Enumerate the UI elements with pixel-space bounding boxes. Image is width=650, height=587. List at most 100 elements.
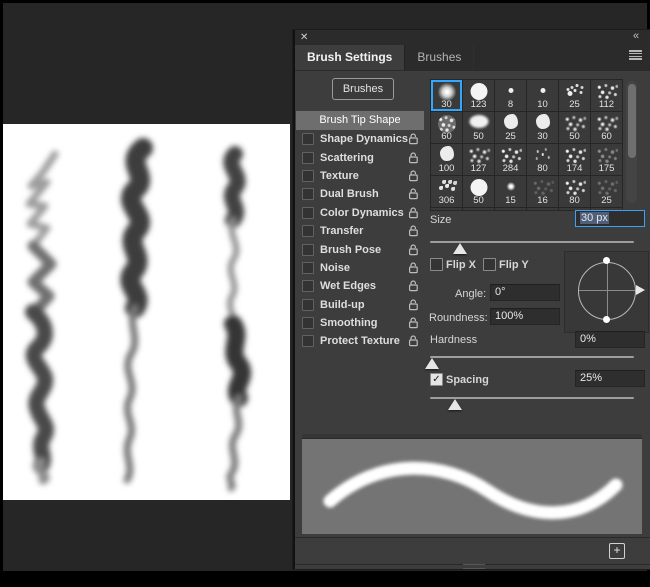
brush-preset[interactable] bbox=[463, 208, 494, 211]
brush-preset[interactable]: 60 bbox=[431, 112, 462, 143]
brush-preset[interactable]: 25 bbox=[559, 80, 590, 111]
sidebar-item-protect-texture[interactable]: Protect Texture bbox=[296, 332, 424, 350]
brush-thumbnail bbox=[470, 83, 487, 100]
checkbox[interactable] bbox=[302, 225, 314, 237]
spacing-slider-thumb[interactable] bbox=[448, 399, 462, 410]
angle-roundness-widget[interactable] bbox=[564, 251, 649, 333]
lock-icon[interactable] bbox=[408, 170, 419, 182]
brush-preset[interactable]: 50 bbox=[463, 176, 494, 207]
brush-preset[interactable]: 16 bbox=[527, 176, 558, 207]
lock-icon[interactable] bbox=[408, 188, 419, 200]
brush-preset[interactable]: 60 bbox=[591, 112, 622, 143]
lock-icon[interactable] bbox=[408, 133, 419, 145]
spacing-checkbox[interactable]: ✓ bbox=[430, 373, 443, 386]
brush-preset[interactable]: 8 bbox=[495, 80, 526, 111]
checkbox[interactable] bbox=[302, 207, 314, 219]
close-icon[interactable]: ✕ bbox=[300, 31, 308, 44]
panel-resize-handle[interactable] bbox=[463, 564, 485, 569]
brush-preset[interactable]: 80 bbox=[527, 144, 558, 175]
tab-brush-settings[interactable]: Brush Settings bbox=[295, 45, 405, 70]
checkbox[interactable] bbox=[302, 152, 314, 164]
sidebar-item-transfer[interactable]: Transfer bbox=[296, 222, 424, 240]
panel-menu-icon[interactable] bbox=[629, 50, 642, 60]
brush-preset[interactable]: 25 bbox=[591, 176, 622, 207]
lock-icon[interactable] bbox=[408, 280, 419, 292]
sidebar-item-brush-pose[interactable]: Brush Pose bbox=[296, 240, 424, 258]
sidebar-item-color-dynamics[interactable]: Color Dynamics bbox=[296, 204, 424, 222]
tab-brushes[interactable]: Brushes bbox=[405, 45, 474, 70]
lock-icon[interactable] bbox=[408, 225, 419, 237]
brush-preset[interactable]: 50 bbox=[559, 112, 590, 143]
angle-circle[interactable] bbox=[578, 262, 636, 320]
grid-scrollbar[interactable] bbox=[626, 81, 637, 203]
hardness-input[interactable]: 0% bbox=[575, 331, 645, 348]
brush-preset[interactable]: 175 bbox=[591, 144, 622, 175]
sidebar-item-scattering[interactable]: Scattering bbox=[296, 148, 424, 166]
brushes-button[interactable]: Brushes bbox=[332, 78, 394, 100]
roundness-label: Roundness: bbox=[429, 312, 488, 324]
sidebar-item-brush-tip-shape[interactable]: Brush Tip Shape bbox=[296, 111, 424, 130]
panel-tabbar: Brush SettingsBrushes bbox=[295, 45, 650, 71]
lock-icon[interactable] bbox=[408, 335, 419, 347]
scrollbar-thumb[interactable] bbox=[628, 84, 636, 158]
lock-icon[interactable] bbox=[408, 244, 419, 256]
sidebar-item-shape-dynamics[interactable]: Shape Dynamics bbox=[296, 130, 424, 148]
roundness-handle-top[interactable] bbox=[603, 257, 610, 264]
checkbox[interactable] bbox=[302, 244, 314, 256]
lock-icon[interactable] bbox=[408, 299, 419, 311]
brush-preset[interactable]: 30 bbox=[431, 80, 462, 111]
sidebar-item-texture[interactable]: Texture bbox=[296, 167, 424, 185]
brush-preset[interactable]: 30 bbox=[527, 112, 558, 143]
size-input[interactable]: 30 px bbox=[575, 210, 645, 227]
checkbox[interactable] bbox=[302, 133, 314, 145]
brush-preset[interactable] bbox=[495, 208, 526, 211]
brush-preset-grid: 30 123 8 10 25 112 60 50 25 30 50 60 100… bbox=[430, 79, 623, 211]
angle-input[interactable]: 0° bbox=[490, 284, 560, 301]
brush-preset[interactable]: 112 bbox=[591, 80, 622, 111]
brush-preset[interactable]: 100 bbox=[431, 144, 462, 175]
create-new-brush-icon[interactable]: + bbox=[609, 543, 625, 559]
angle-arrow[interactable] bbox=[636, 285, 645, 295]
brush-preset[interactable]: 306 bbox=[431, 176, 462, 207]
brush-preset[interactable] bbox=[431, 208, 462, 211]
flip-x-checkbox[interactable] bbox=[430, 258, 443, 271]
collapse-panel-icon[interactable]: « bbox=[633, 30, 638, 42]
brush-preset[interactable]: 10 bbox=[527, 80, 558, 111]
hardness-slider-track[interactable] bbox=[430, 356, 634, 358]
size-slider-thumb[interactable] bbox=[453, 243, 467, 254]
document-canvas[interactable] bbox=[3, 124, 290, 500]
flip-y-checkbox[interactable] bbox=[483, 258, 496, 271]
brush-preset[interactable]: 50 bbox=[463, 112, 494, 143]
brush-preset[interactable]: 25 bbox=[495, 112, 526, 143]
sidebar-item-wet-edges[interactable]: Wet Edges bbox=[296, 277, 424, 295]
checkbox[interactable] bbox=[302, 188, 314, 200]
brush-preset[interactable]: 284 bbox=[495, 144, 526, 175]
lock-icon[interactable] bbox=[408, 152, 419, 164]
sidebar-item-build-up[interactable]: Build-up bbox=[296, 296, 424, 314]
checkbox[interactable] bbox=[302, 299, 314, 311]
sidebar-item-noise[interactable]: Noise bbox=[296, 259, 424, 277]
brush-preset[interactable]: 174 bbox=[559, 144, 590, 175]
roundness-handle-bottom[interactable] bbox=[603, 316, 610, 323]
brush-thumbnail bbox=[541, 153, 544, 156]
lock-icon[interactable] bbox=[408, 207, 419, 219]
checkbox[interactable] bbox=[302, 262, 314, 274]
brush-preset[interactable]: 15 bbox=[495, 176, 526, 207]
brush-preset[interactable] bbox=[527, 208, 558, 211]
checkbox[interactable] bbox=[302, 280, 314, 292]
brush-preset[interactable]: 123 bbox=[463, 80, 494, 111]
lock-icon[interactable] bbox=[408, 262, 419, 274]
spacing-input[interactable]: 25% bbox=[575, 370, 645, 387]
stroke-preview-curve bbox=[302, 439, 642, 534]
sidebar-item-smoothing[interactable]: Smoothing bbox=[296, 314, 424, 332]
hardness-slider-thumb[interactable] bbox=[425, 358, 439, 369]
sidebar-item-dual-brush[interactable]: Dual Brush bbox=[296, 185, 424, 203]
checkbox[interactable] bbox=[302, 335, 314, 347]
lock-icon[interactable] bbox=[408, 317, 419, 329]
checkbox[interactable] bbox=[302, 170, 314, 182]
checkbox[interactable] bbox=[302, 317, 314, 329]
roundness-input[interactable]: 100% bbox=[490, 308, 560, 325]
brush-thumbnail bbox=[536, 114, 550, 129]
brush-preset[interactable]: 80 bbox=[559, 176, 590, 207]
brush-preset[interactable]: 127 bbox=[463, 144, 494, 175]
